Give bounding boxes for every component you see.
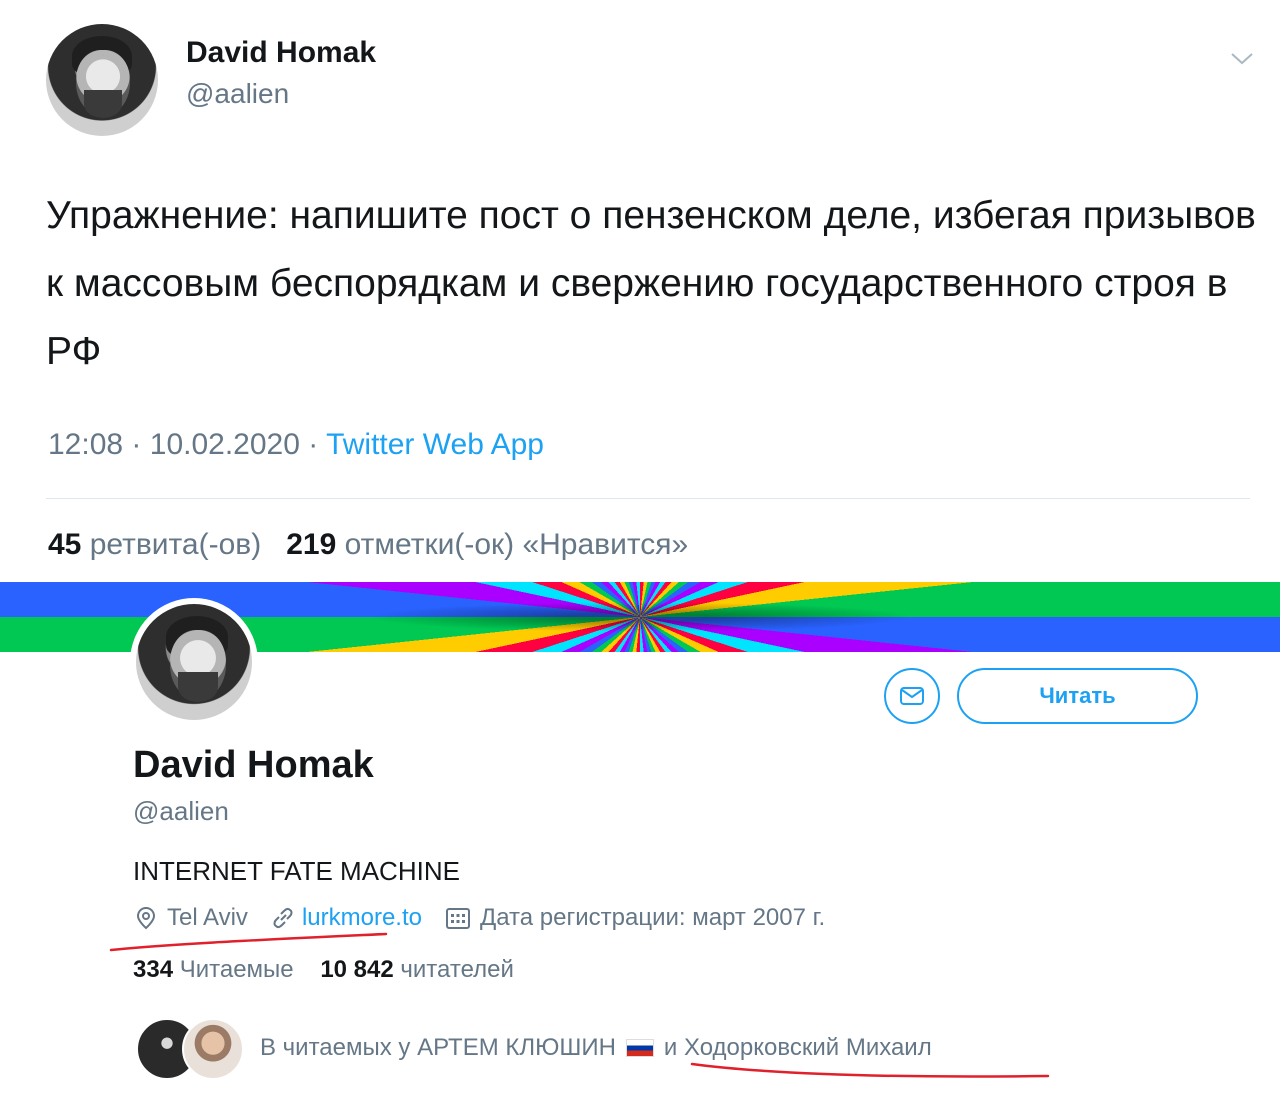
- retweets-stat[interactable]: 45 ретвита(-ов): [48, 528, 261, 561]
- likes-stat[interactable]: 219 отметки(-ок) «Нравится»: [286, 528, 688, 561]
- profile-join-date: Дата регистрации: март 2007 г.: [479, 904, 826, 931]
- annotation-underline: [690, 1062, 1050, 1078]
- tweet-time[interactable]: 12:08: [48, 428, 123, 461]
- profile-avatar[interactable]: [130, 598, 258, 726]
- tweet-stats: 45 ретвита(-ов) 219 отметки(-ок) «Нравит…: [48, 528, 688, 562]
- meta-separator: ·: [131, 428, 142, 461]
- meta-separator: ·: [308, 428, 319, 461]
- tweet-author-avatar[interactable]: [46, 24, 158, 136]
- chevron-down-icon[interactable]: [1228, 48, 1256, 68]
- calendar-icon: [445, 908, 470, 929]
- russia-flag-icon: [625, 1039, 654, 1057]
- followed-by-label[interactable]: В читаемых у АРТЕМ КЛЮШИН: [260, 1034, 616, 1062]
- link-icon: [273, 907, 293, 929]
- follower-avatar[interactable]: [182, 1018, 244, 1080]
- followers-stat[interactable]: 10 842 читателей: [320, 956, 514, 983]
- tweet-source-app[interactable]: Twitter Web App: [326, 428, 544, 461]
- following-stat[interactable]: 334 Читаемые: [133, 956, 294, 983]
- profile-info: Tel Aviv lurkmore.to Дата регистрации: м…: [133, 904, 825, 932]
- follow-stats: 334 Читаемые 10 842 читателей: [133, 956, 514, 984]
- profile-name: David Homak: [133, 744, 374, 786]
- profile-website-link[interactable]: lurkmore.to: [302, 904, 422, 932]
- envelope-icon: [900, 687, 924, 705]
- profile-handle: @aalien: [133, 796, 229, 826]
- profile-location: Tel Aviv: [167, 904, 248, 931]
- tweet-text: Упражнение: напишите пост о пензенском д…: [46, 194, 1256, 373]
- profile-bio: INTERNET FATE MACHINE: [133, 856, 460, 886]
- tweet-meta: 12:08 · 10.02.2020 · Twitter Web App: [48, 428, 544, 462]
- message-button[interactable]: [884, 668, 940, 724]
- tweet-author-name[interactable]: David Homak: [186, 36, 376, 70]
- location-pin-icon: [136, 906, 156, 930]
- divider: [46, 498, 1250, 499]
- tweet-author-handle[interactable]: @aalien: [186, 78, 289, 110]
- follow-button[interactable]: Читать: [957, 668, 1198, 724]
- tweet-date[interactable]: 10.02.2020: [150, 428, 300, 461]
